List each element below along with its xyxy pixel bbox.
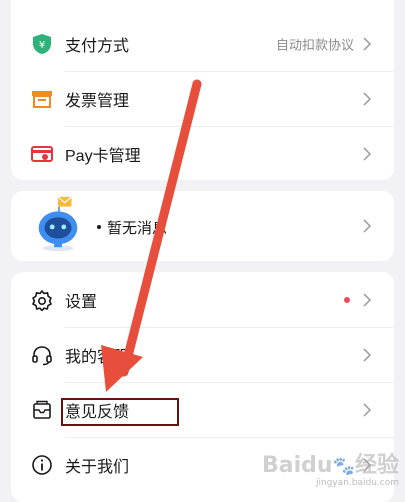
message-dot [97, 225, 101, 229]
message-card[interactable]: 暂无消息 [11, 191, 394, 261]
highlight-box [61, 398, 179, 426]
chevron-right-icon [363, 36, 372, 51]
chevron-right-icon [363, 219, 372, 233]
invoice-management-label: 发票管理 [65, 92, 130, 110]
payment-method-value: 自动扣款协议 [275, 37, 354, 52]
robot-mascot-icon [38, 196, 78, 252]
row-customer-service[interactable]: 我的客服 [11, 327, 394, 382]
notification-dot [344, 296, 350, 303]
chevron-right-icon [363, 91, 372, 106]
payment-method-label: 支付方式 [65, 37, 130, 55]
chevron-right-icon [363, 402, 372, 417]
customer-service-label: 我的客服 [65, 348, 130, 366]
row-invoice-management[interactable]: 发票管理 [11, 71, 394, 126]
row-settings[interactable]: 设置 [11, 272, 394, 327]
chevron-right-icon [363, 146, 372, 161]
row-pay-card-management[interactable]: Pay卡管理 [11, 126, 394, 181]
watermark-suffix: 经验 [354, 453, 399, 478]
payment-shield-icon: ¥ [33, 33, 51, 54]
message-text: 暂无消息 [107, 220, 168, 237]
watermark-logo: Baidu🐾经验 jingyan.baidu.com [261, 447, 399, 488]
chevron-right-icon [363, 347, 372, 362]
about-us-label: 关于我们 [65, 458, 130, 476]
chevron-right-icon [363, 292, 372, 307]
settings-label: 设置 [65, 293, 98, 311]
headset-icon [32, 345, 52, 365]
payment-card: ¥ 支付方式 自动扣款协议 发票管理 Pay卡管理 [11, 0, 394, 180]
svg-text:¥: ¥ [39, 40, 45, 51]
watermark-brand: Baidu [261, 453, 333, 478]
gear-icon [32, 289, 52, 311]
row-payment-method[interactable]: ¥ 支付方式 自动扣款协议 [11, 16, 394, 71]
info-circle-icon [32, 454, 52, 475]
paw-icon: 🐾 [332, 456, 355, 477]
pay-card-management-label: Pay卡管理 [65, 147, 141, 165]
pay-card-icon [31, 145, 53, 162]
feedback-mail-icon [33, 400, 51, 419]
invoice-icon [32, 90, 52, 108]
